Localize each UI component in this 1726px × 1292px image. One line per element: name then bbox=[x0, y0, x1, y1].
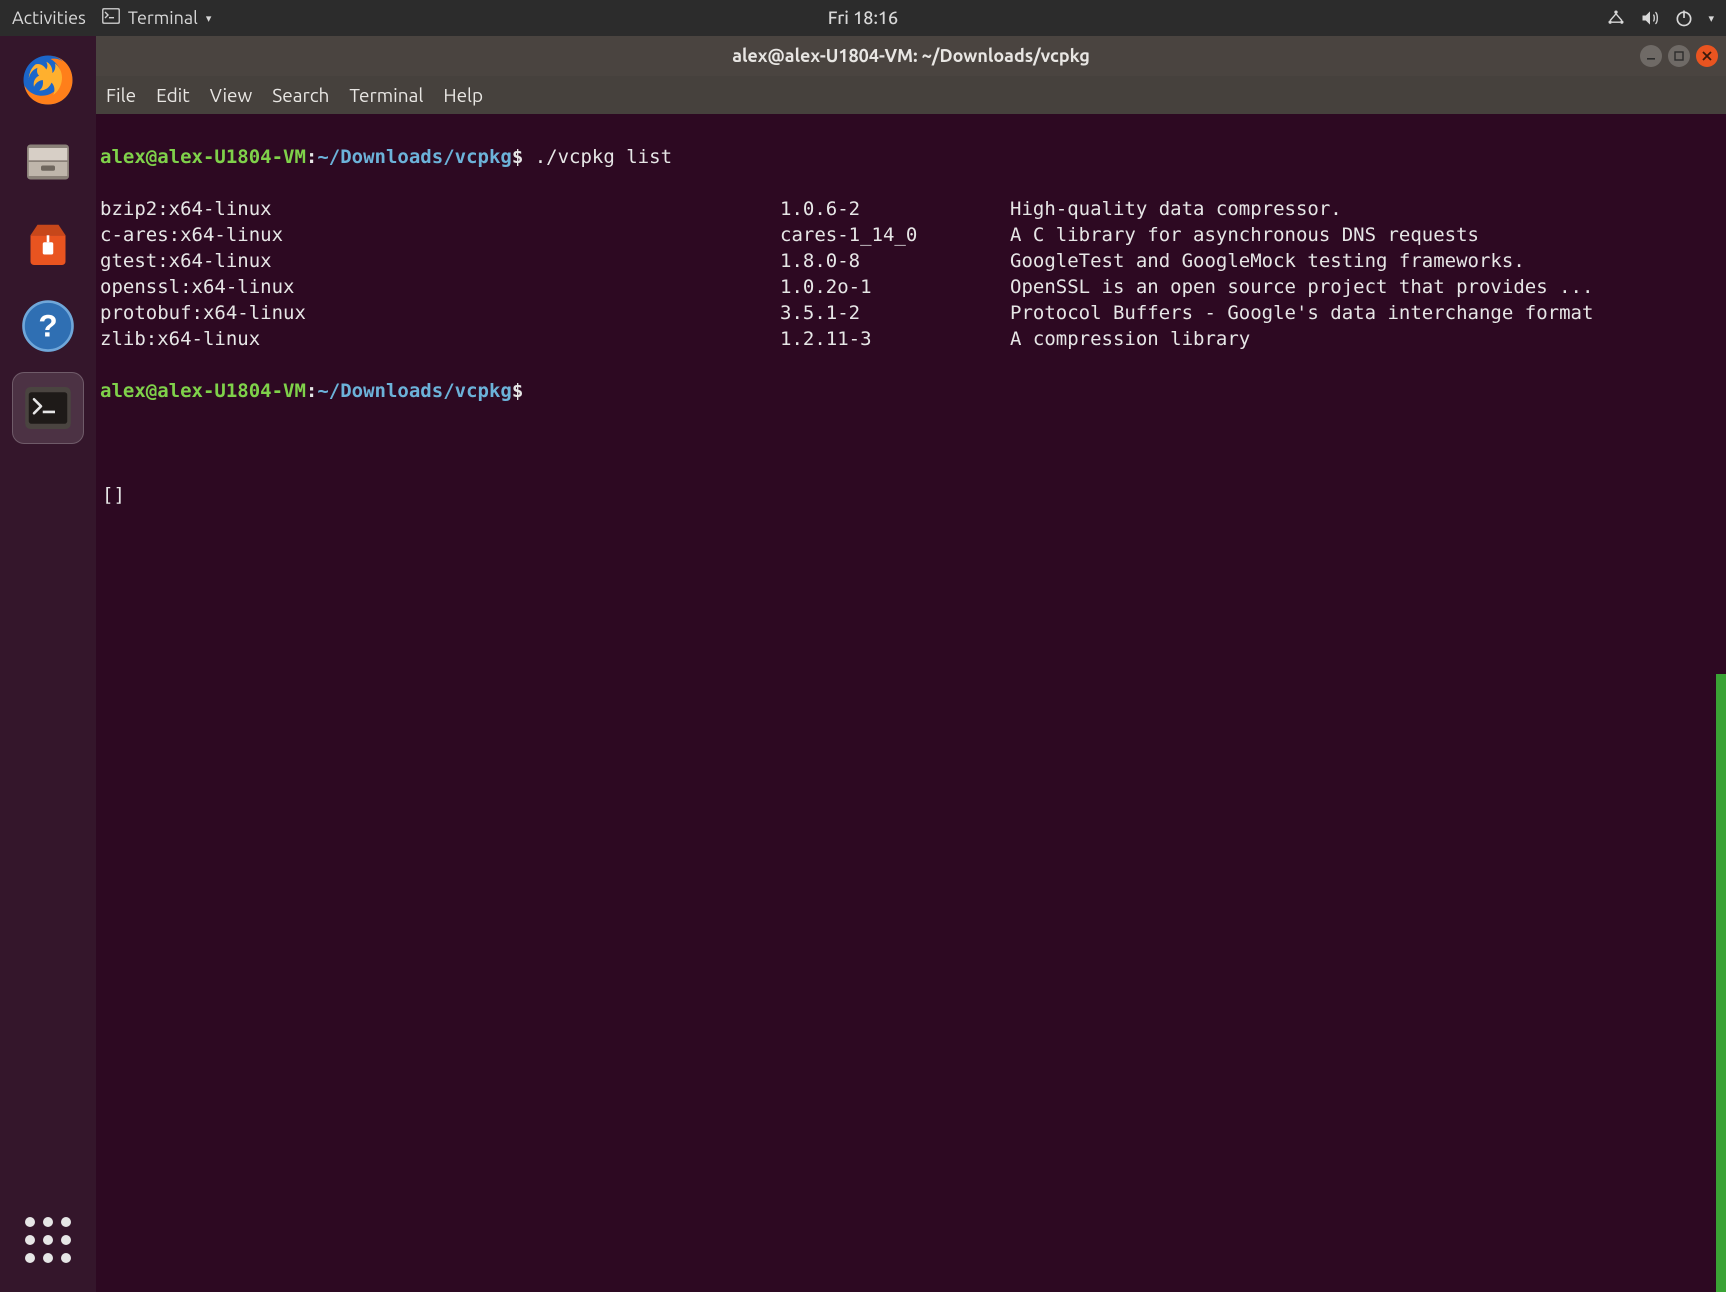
menubar: File Edit View Search Terminal Help bbox=[96, 76, 1726, 114]
maximize-button[interactable] bbox=[1668, 45, 1690, 67]
menu-edit[interactable]: Edit bbox=[156, 84, 190, 106]
dock-item-terminal[interactable] bbox=[12, 372, 84, 444]
power-icon[interactable] bbox=[1674, 8, 1694, 28]
package-name: bzip2:x64-linux bbox=[100, 196, 780, 222]
show-applications-button[interactable] bbox=[12, 1204, 84, 1276]
package-version: 1.0.2o-1 bbox=[780, 274, 1010, 300]
prompt-path: ~/Downloads/vcpkg bbox=[317, 380, 511, 402]
titlebar[interactable]: alex@alex-U1804-VM: ~/Downloads/vcpkg bbox=[96, 36, 1726, 76]
terminal-window: alex@alex-U1804-VM: ~/Downloads/vcpkg Fi… bbox=[96, 36, 1726, 1292]
dock: ? bbox=[0, 36, 96, 1292]
top-panel: Activities Terminal ▾ Fri 18:16 ▾ bbox=[0, 0, 1726, 36]
window-title: alex@alex-U1804-VM: ~/Downloads/vcpkg bbox=[732, 46, 1090, 66]
menu-search[interactable]: Search bbox=[272, 84, 329, 106]
prompt-sigil: $ bbox=[512, 146, 523, 168]
terminal-small-icon bbox=[102, 8, 120, 28]
prompt-userhost: alex@alex-U1804-VM bbox=[100, 146, 306, 168]
activities-button[interactable]: Activities bbox=[12, 8, 86, 28]
close-button[interactable] bbox=[1696, 45, 1718, 67]
package-name: protobuf:x64-linux bbox=[100, 300, 780, 326]
package-row: openssl:x64-linux1.0.2o-1OpenSSL is an o… bbox=[100, 274, 1722, 300]
dock-item-help[interactable]: ? bbox=[12, 290, 84, 362]
package-desc: OpenSSL is an open source project that p… bbox=[1010, 274, 1722, 300]
menu-terminal[interactable]: Terminal bbox=[349, 84, 423, 106]
minimize-button[interactable] bbox=[1640, 45, 1662, 67]
package-name: openssl:x64-linux bbox=[100, 274, 780, 300]
package-version: 3.5.1-2 bbox=[780, 300, 1010, 326]
dock-item-firefox[interactable] bbox=[12, 44, 84, 116]
prompt-line-1: alex@alex-U1804-VM:~/Downloads/vcpkg$ ./… bbox=[100, 144, 1722, 170]
app-menu-label: Terminal bbox=[128, 8, 198, 28]
package-version: 1.8.0-8 bbox=[780, 248, 1010, 274]
prompt-sep: : bbox=[306, 380, 317, 402]
package-row: gtest:x64-linux1.8.0-8GoogleTest and Goo… bbox=[100, 248, 1722, 274]
package-desc: A C library for asynchronous DNS request… bbox=[1010, 222, 1722, 248]
package-desc: GoogleTest and GoogleMock testing framew… bbox=[1010, 248, 1722, 274]
package-name: gtest:x64-linux bbox=[100, 248, 780, 274]
apps-grid-icon bbox=[25, 1217, 71, 1263]
clock[interactable]: Fri 18:16 bbox=[828, 8, 898, 28]
package-row: c-ares:x64-linuxcares-1_14_0A C library … bbox=[100, 222, 1722, 248]
app-menu[interactable]: Terminal ▾ bbox=[102, 8, 212, 28]
package-row: zlib:x64-linux1.2.11-3A compression libr… bbox=[100, 326, 1722, 352]
package-name: c-ares:x64-linux bbox=[100, 222, 780, 248]
package-version: 1.2.11-3 bbox=[780, 326, 1010, 352]
system-menu-arrow-icon[interactable]: ▾ bbox=[1708, 12, 1714, 25]
dropdown-arrow-icon: ▾ bbox=[206, 12, 212, 25]
prompt-sigil: $ bbox=[512, 380, 523, 402]
scrollbar-highlight bbox=[1716, 674, 1726, 1292]
prompt-path: ~/Downloads/vcpkg bbox=[317, 146, 511, 168]
prompt-sep: : bbox=[306, 146, 317, 168]
package-desc: A compression library bbox=[1010, 326, 1722, 352]
menu-view[interactable]: View bbox=[210, 84, 253, 106]
menu-help[interactable]: Help bbox=[443, 84, 483, 106]
package-desc: Protocol Buffers - Google's data interch… bbox=[1010, 300, 1722, 326]
workspace: ? alex@alex-U1804-VM: ~/Downloads/vcpkg bbox=[0, 36, 1726, 1292]
package-desc: High-quality data compressor. bbox=[1010, 196, 1722, 222]
network-icon[interactable] bbox=[1606, 8, 1626, 28]
empty-line bbox=[100, 430, 1722, 456]
dock-item-files[interactable] bbox=[12, 126, 84, 198]
cursor-line: [] bbox=[100, 482, 1722, 508]
command-text: ./vcpkg list bbox=[535, 146, 672, 168]
menu-file[interactable]: File bbox=[106, 84, 136, 106]
package-name: zlib:x64-linux bbox=[100, 326, 780, 352]
svg-text:?: ? bbox=[38, 308, 57, 344]
terminal-output[interactable]: alex@alex-U1804-VM:~/Downloads/vcpkg$ ./… bbox=[96, 114, 1726, 1292]
package-row: bzip2:x64-linux1.0.6-2High-quality data … bbox=[100, 196, 1722, 222]
prompt-line-2: alex@alex-U1804-VM:~/Downloads/vcpkg$ bbox=[100, 378, 1722, 404]
volume-icon[interactable] bbox=[1640, 8, 1660, 28]
dock-item-software[interactable] bbox=[12, 208, 84, 280]
package-row: protobuf:x64-linux3.5.1-2Protocol Buffer… bbox=[100, 300, 1722, 326]
package-version: 1.0.6-2 bbox=[780, 196, 1010, 222]
prompt-userhost: alex@alex-U1804-VM bbox=[100, 380, 306, 402]
package-version: cares-1_14_0 bbox=[780, 222, 1010, 248]
